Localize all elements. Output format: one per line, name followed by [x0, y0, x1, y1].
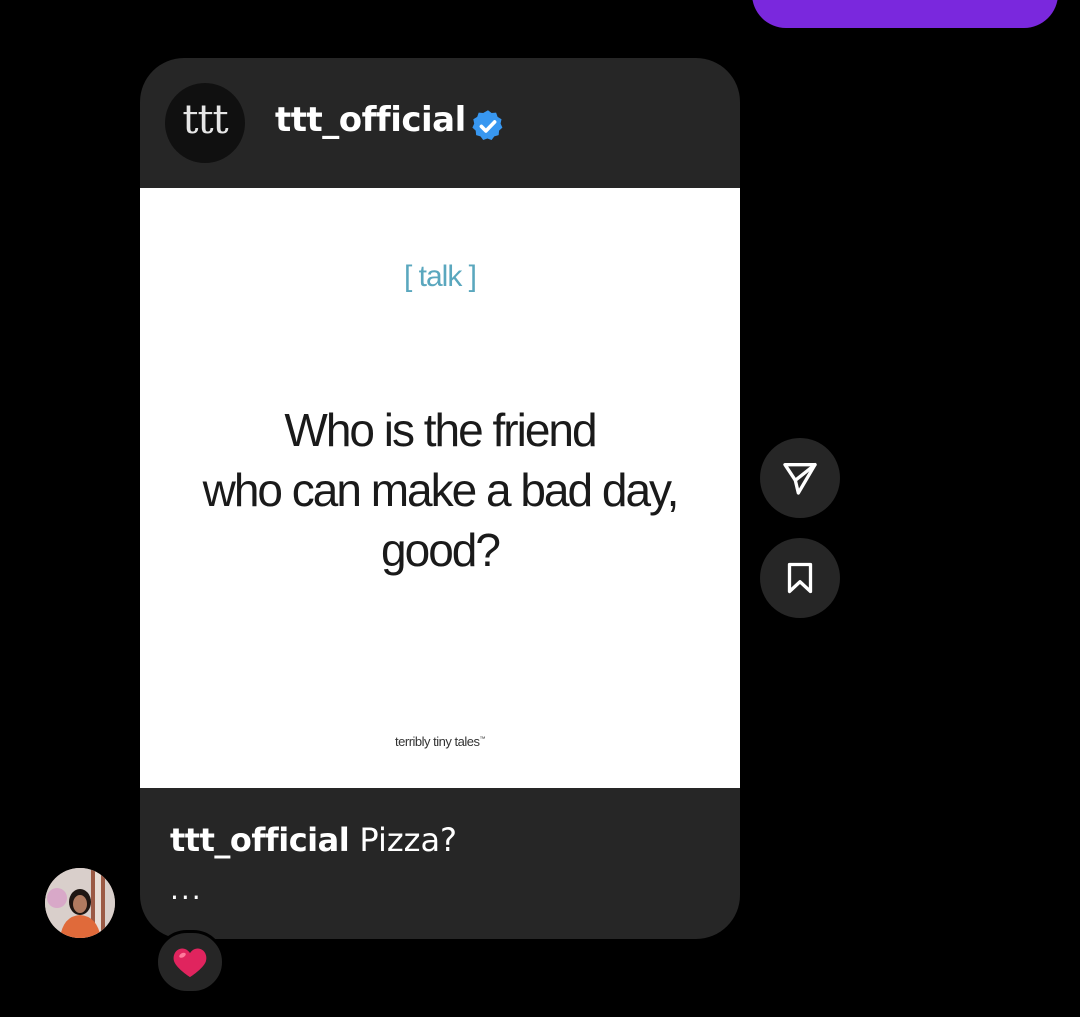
- post-brand-text: terribly tiny tales: [395, 734, 480, 749]
- heart-icon: [173, 948, 207, 977]
- post-image-tag: [ talk ]: [403, 260, 477, 293]
- post-image[interactable]: [ talk ] Who is the friend who can make …: [140, 188, 740, 788]
- heart-reaction-badge[interactable]: [155, 930, 225, 994]
- sender-avatar-photo-icon: [45, 868, 115, 938]
- outgoing-message-bubble[interactable]: [752, 0, 1058, 28]
- post-author-avatar-text: ttt: [182, 97, 228, 143]
- bookmark-icon: [787, 562, 813, 594]
- post-quote-line-2: who can make a bad day,: [202, 464, 680, 516]
- caption-more-ellipsis[interactable]: ...: [170, 873, 203, 906]
- post-author-avatar[interactable]: ttt: [165, 83, 245, 163]
- post-quote-line-1: Who is the friend: [284, 404, 597, 456]
- post-quote-line-3: good?: [381, 524, 501, 576]
- post-brand-trademark: ™: [479, 736, 485, 743]
- sender-avatar[interactable]: [45, 868, 115, 938]
- post-author-username[interactable]: ttt_official: [275, 100, 466, 140]
- caption-username[interactable]: ttt_official: [170, 821, 350, 859]
- post-image-brand: terribly tiny tales™: [140, 734, 740, 749]
- caption-text: Pizza?: [359, 821, 458, 859]
- save-post-button[interactable]: [760, 538, 840, 618]
- post-header[interactable]: ttt ttt_official: [140, 58, 740, 188]
- send-icon: [783, 463, 817, 495]
- post-caption[interactable]: ttt_official Pizza?: [170, 821, 457, 859]
- verified-badge-icon: [472, 110, 503, 140]
- share-post-button[interactable]: [760, 438, 840, 518]
- post-image-quote: Who is the friend who can make a bad day…: [140, 400, 740, 580]
- shared-post-card[interactable]: ttt ttt_official [ talk ] Who is the fri…: [140, 58, 740, 939]
